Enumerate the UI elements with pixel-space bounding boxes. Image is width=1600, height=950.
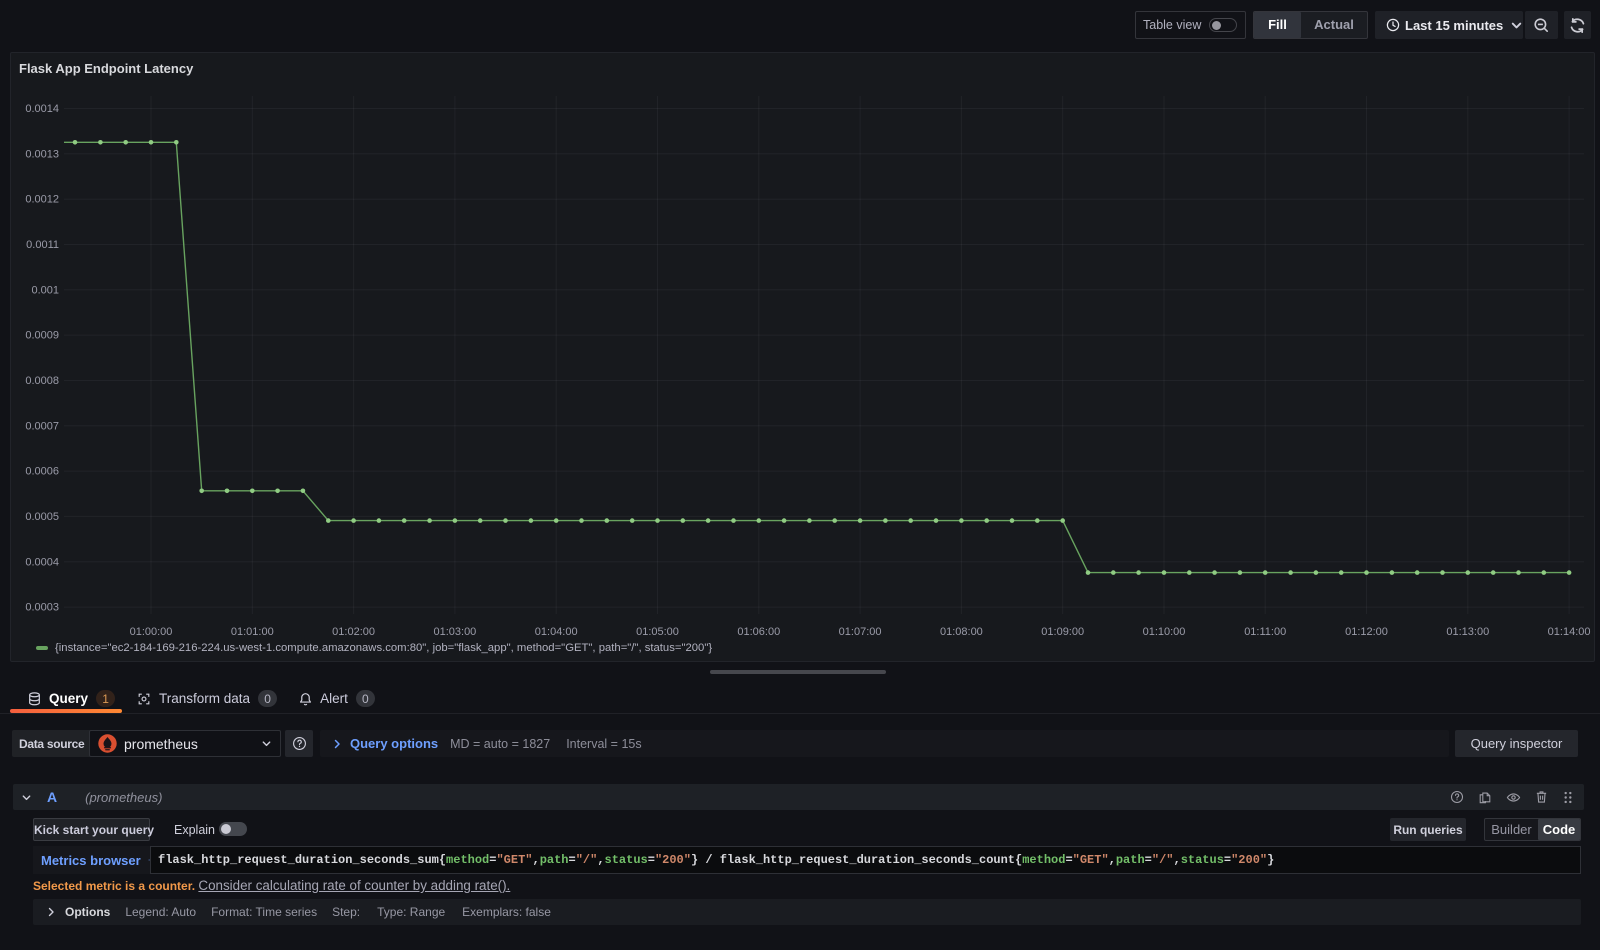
svg-text:01:06:00: 01:06:00 [737, 626, 780, 638]
svg-text:01:12:00: 01:12:00 [1345, 626, 1388, 638]
svg-text:01:04:00: 01:04:00 [535, 626, 578, 638]
svg-text:01:02:00: 01:02:00 [332, 626, 375, 638]
svg-text:0.0008: 0.0008 [25, 375, 59, 387]
svg-text:01:03:00: 01:03:00 [433, 626, 476, 638]
svg-text:01:11:00: 01:11:00 [1244, 626, 1286, 638]
svg-text:0.0014: 0.0014 [25, 103, 59, 115]
svg-text:0.0009: 0.0009 [25, 330, 59, 342]
svg-text:0.001: 0.001 [31, 284, 59, 296]
svg-text:01:09:00: 01:09:00 [1041, 626, 1084, 638]
svg-text:01:10:00: 01:10:00 [1143, 626, 1186, 638]
svg-text:0.0013: 0.0013 [25, 148, 59, 160]
svg-text:0.0006: 0.0006 [25, 466, 59, 478]
svg-text:0.0011: 0.0011 [26, 239, 59, 251]
svg-text:0.0004: 0.0004 [25, 556, 59, 568]
svg-text:01:14:00: 01:14:00 [1548, 626, 1591, 638]
svg-text:01:07:00: 01:07:00 [839, 626, 882, 638]
svg-text:0.0003: 0.0003 [25, 602, 59, 614]
svg-text:01:05:00: 01:05:00 [636, 626, 679, 638]
svg-text:0.0007: 0.0007 [25, 420, 59, 432]
svg-text:01:00:00: 01:00:00 [130, 626, 173, 638]
svg-text:01:13:00: 01:13:00 [1446, 626, 1489, 638]
svg-text:01:01:00: 01:01:00 [231, 626, 274, 638]
svg-text:01:08:00: 01:08:00 [940, 626, 983, 638]
svg-text:0.0012: 0.0012 [25, 194, 59, 206]
svg-text:0.0005: 0.0005 [25, 511, 59, 523]
